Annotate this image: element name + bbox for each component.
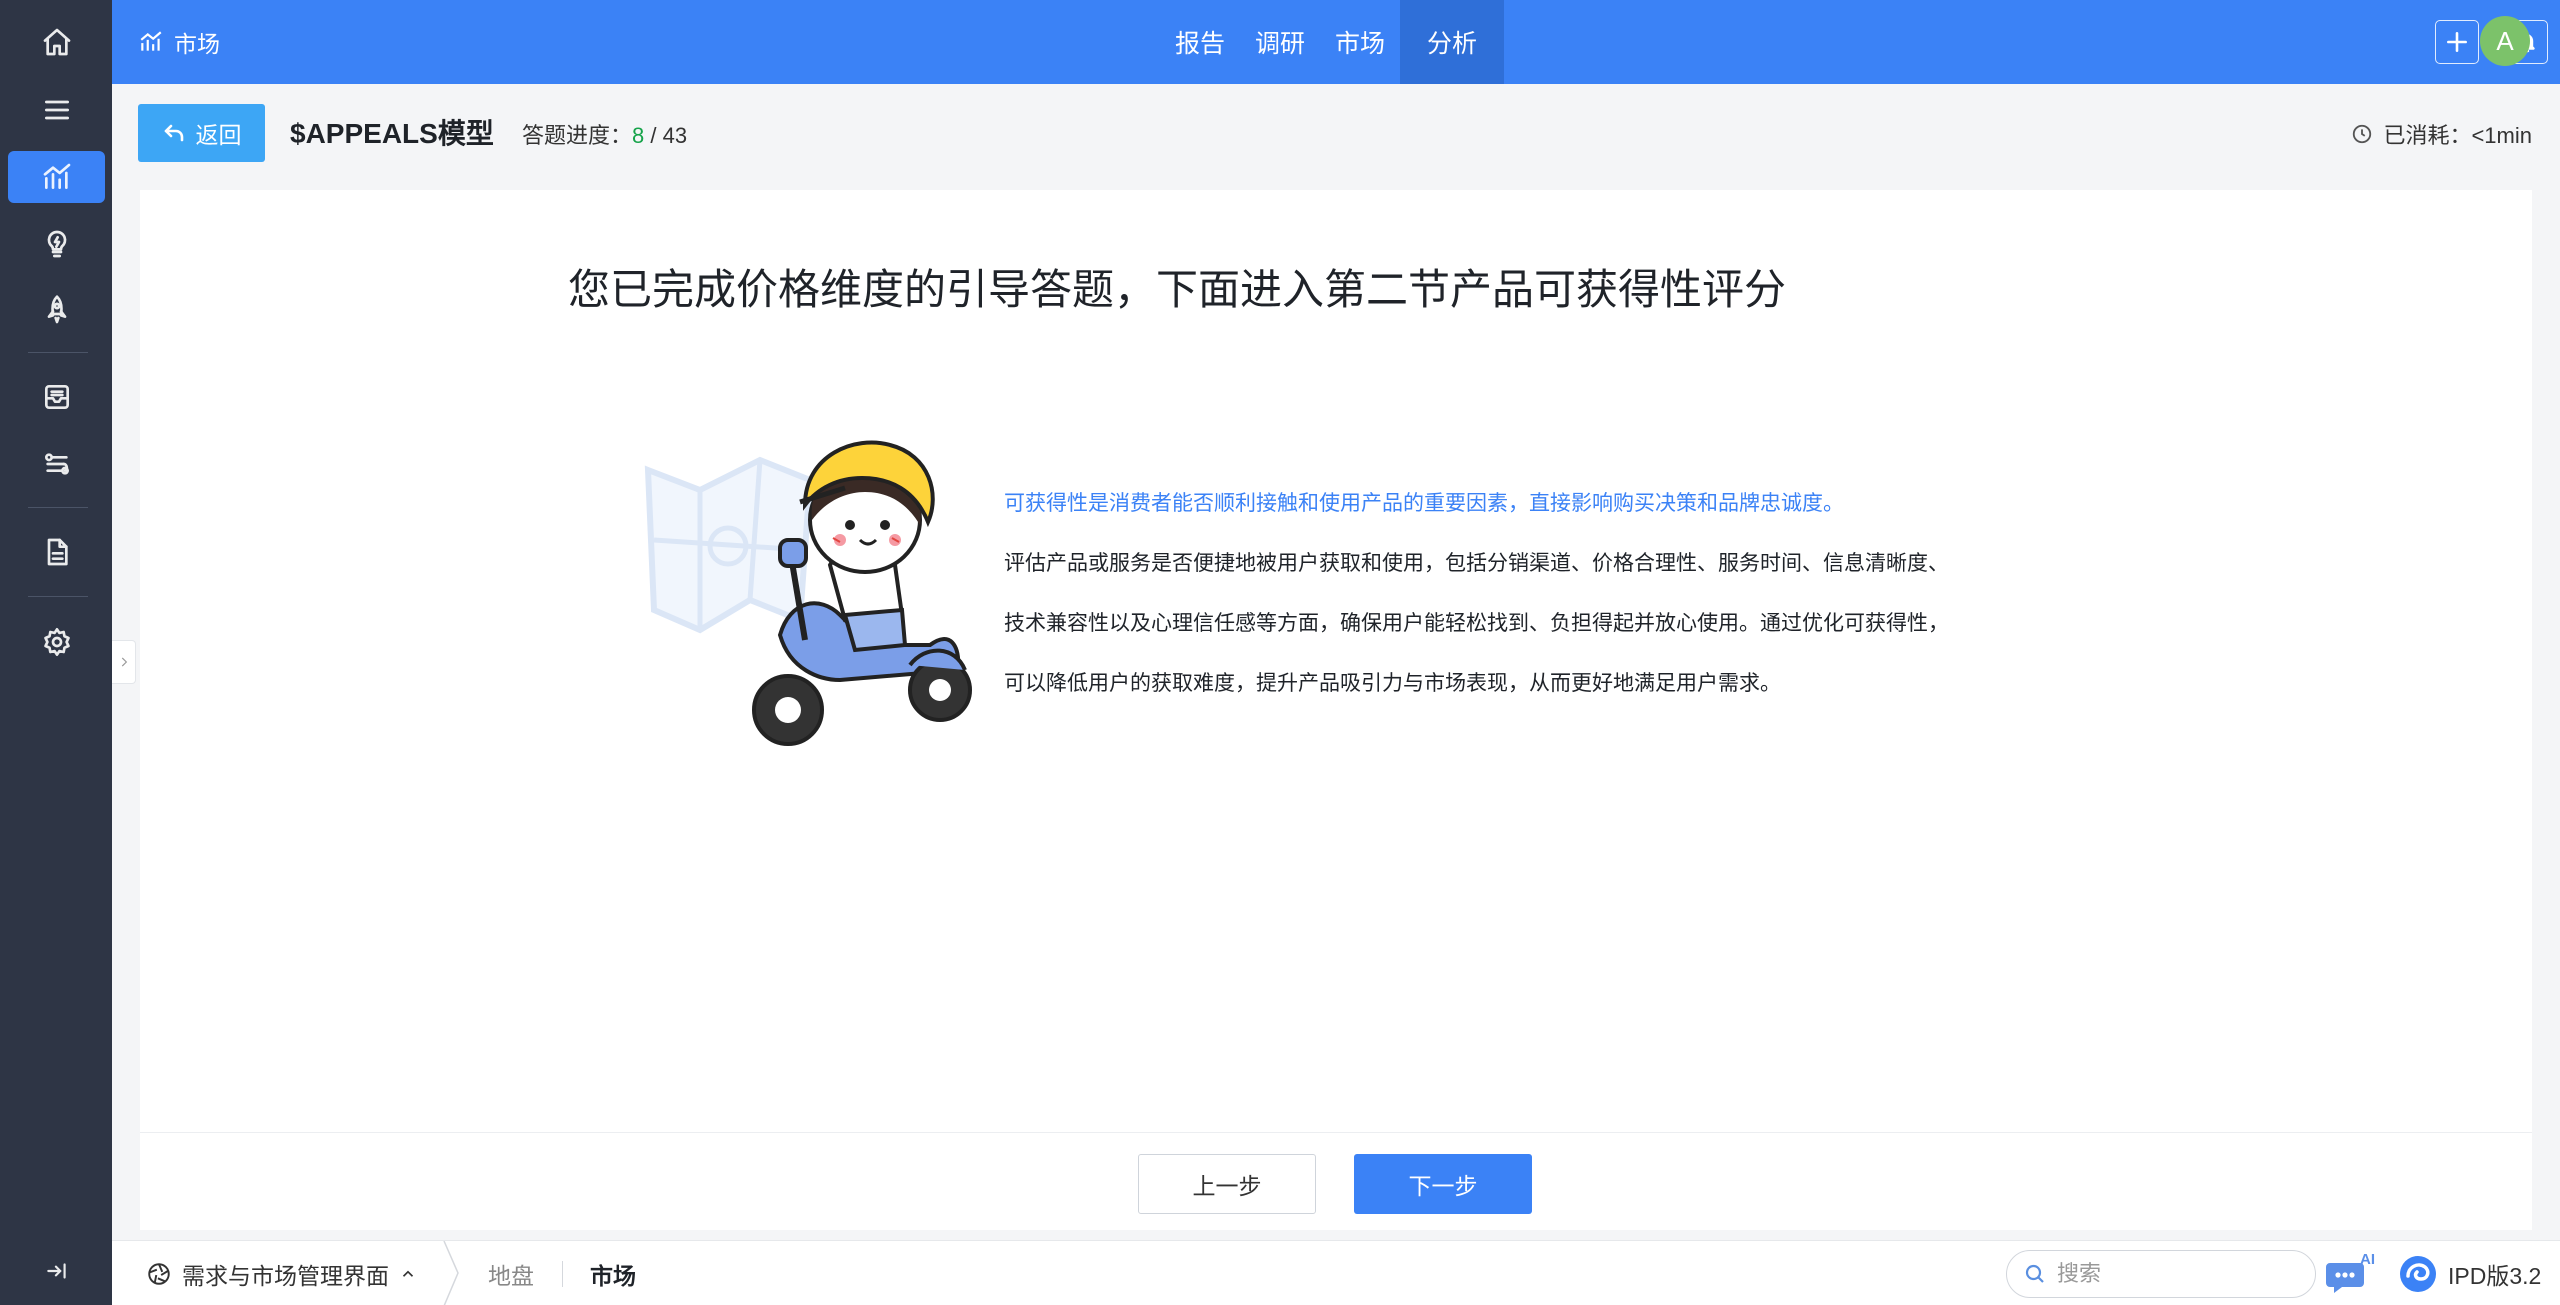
sidebar-documents[interactable] <box>8 526 105 578</box>
undo-arrow-icon <box>164 124 183 142</box>
footer-divider <box>140 1132 2532 1133</box>
next-step-button[interactable]: 下一步 <box>1354 1154 1532 1214</box>
search-icon <box>2025 1264 2044 1283</box>
sidebar-collapse[interactable] <box>8 1245 105 1297</box>
back-button[interactable]: 返回 <box>138 104 265 162</box>
workspace-switcher[interactable]: 需求与市场管理界面 <box>146 1241 417 1305</box>
rocket-icon <box>47 295 66 324</box>
sidebar-menu[interactable] <box>8 84 105 136</box>
brand-label: 市场 <box>174 31 220 57</box>
version-label: IPD版3.2 <box>2448 1262 2542 1289</box>
nav-analysis[interactable]: 分析 <box>1400 0 1505 84</box>
search-box[interactable] <box>2006 1250 2316 1298</box>
nav-market[interactable]: 市场 <box>1320 0 1400 84</box>
flow-icon <box>44 453 69 475</box>
version-badge: IPD版3.2 <box>2398 1241 2541 1305</box>
content-card: 您已完成价格维度的引导答题，下面进入第二节产品可获得性评分 可获得性是消费者能否… <box>140 190 2532 1230</box>
sidebar-analytics[interactable] <box>8 151 105 203</box>
progress-current: 8 <box>632 123 645 148</box>
progress-label: 答题进度： <box>522 123 633 148</box>
chart-trend-icon <box>140 31 162 51</box>
nav-research[interactable]: 调研 <box>1240 0 1320 84</box>
progress-total: / 43 <box>644 123 688 148</box>
description-line: 评估产品或服务是否便捷地被用户获取和使用，包括分销渠道、价格合理性、服务时间、信… <box>1004 552 1949 575</box>
ai-chat-icon[interactable]: AI <box>2326 1251 2378 1295</box>
collapse-arrow-icon <box>46 1263 66 1279</box>
section-description: 可获得性是消费者能否顺利接触和使用产品的重要因素，直接影响购买决策和品牌忠诚度。… <box>1004 474 2104 714</box>
chart-trend-icon <box>43 163 70 189</box>
sidebar-inbox[interactable] <box>8 371 105 423</box>
gear-icon <box>43 628 70 656</box>
chevron-up-icon <box>402 1270 414 1277</box>
sidebar-settings[interactable] <box>8 616 105 668</box>
elapsed-time: 已消耗：<1min <box>2351 118 2532 150</box>
chevron-separator-icon <box>443 1240 459 1305</box>
page-title: $APPEALS模型 <box>290 118 494 149</box>
sidebar-divider <box>28 507 88 508</box>
sidebar-divider <box>28 596 88 597</box>
scooter-character-illustration <box>644 440 972 746</box>
breadcrumb-divider <box>562 1261 563 1287</box>
clock-icon <box>2353 124 2372 144</box>
elapsed-label: 已消耗：<1min <box>2383 123 2532 148</box>
top-nav: 报告 调研 市场 分析 <box>1160 0 1505 84</box>
menu-icon <box>44 100 69 120</box>
description-line: 技术兼容性以及心理信任感等方面，确保用户能轻松找到、负担得起并放心使用。通过优化… <box>1004 612 1949 635</box>
nav-report[interactable]: 报告 <box>1160 0 1240 84</box>
workspace-label: 需求与市场管理界面 <box>182 1262 389 1289</box>
sidebar-divider <box>28 352 88 353</box>
ai-badge: AI <box>2360 1251 2375 1268</box>
breadcrumb-separator <box>442 1240 462 1305</box>
breadcrumb-item-current[interactable]: 市场 <box>590 1241 636 1305</box>
previous-step-button[interactable]: 上一步 <box>1138 1154 1316 1214</box>
inbox-icon <box>44 385 69 409</box>
description-highlight: 可获得性是消费者能否顺利接触和使用产品的重要因素，直接影响购买决策和品牌忠诚度。 <box>1004 492 1844 515</box>
sidebar-flow[interactable] <box>8 438 105 490</box>
document-icon <box>47 538 68 566</box>
home-icon <box>43 28 70 56</box>
bottom-bar: 需求与市场管理界面 地盘 市场 AI IPD版3.2 <box>112 1240 2560 1305</box>
search-input[interactable] <box>2057 1261 2277 1287</box>
sidebar-expand-toggle[interactable] <box>112 640 136 684</box>
sidebar-ideas[interactable] <box>8 218 105 270</box>
sidebar-home[interactable] <box>8 16 105 68</box>
answer-progress: 答题进度：8 / 43 <box>522 118 687 150</box>
add-button[interactable] <box>2435 20 2479 64</box>
aperture-icon <box>148 1262 170 1285</box>
back-label: 返回 <box>195 122 242 148</box>
brand[interactable]: 市场 <box>138 0 220 84</box>
avatar[interactable]: A <box>2480 16 2530 66</box>
section-headline: 您已完成价格维度的引导答题，下面进入第二节产品可获得性评分 <box>568 266 1787 313</box>
breadcrumb-item[interactable]: 地盘 <box>488 1241 534 1305</box>
sidebar <box>0 0 112 1305</box>
top-bar: 市场 报告 调研 市场 分析 A <box>112 0 2560 84</box>
sidebar-launch[interactable] <box>8 284 105 336</box>
ipd-logo-icon <box>2400 1255 2436 1292</box>
description-line: 可以降低用户的获取难度，提升产品吸引力与市场表现，从而更好地满足用户需求。 <box>1004 672 1781 695</box>
lightbulb-icon <box>47 230 66 258</box>
chevron-right-icon <box>121 657 127 667</box>
plus-icon <box>2447 32 2467 52</box>
